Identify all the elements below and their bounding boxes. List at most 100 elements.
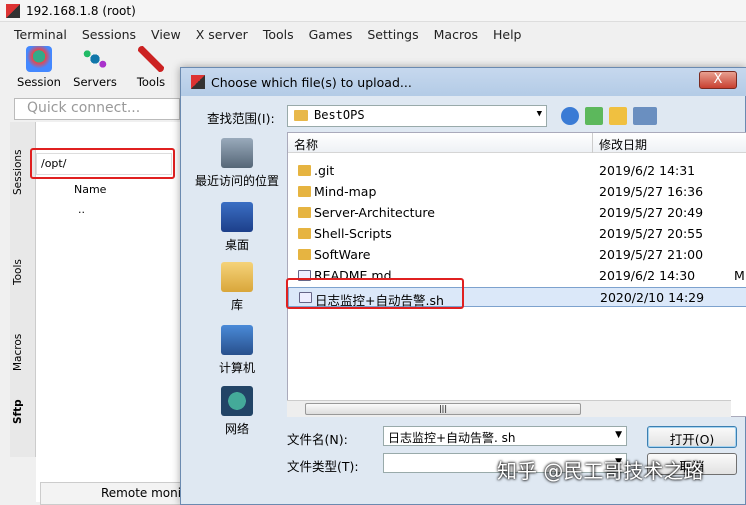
chevron-down-icon: ▼ [615,430,622,440]
upload-dialog: Choose which file(s) to upload... X 查找范围… [180,67,746,505]
servers-icon [82,46,108,72]
item-date: 2019/5/27 20:55 [599,226,704,241]
list-item[interactable]: SoftWare 2019/5/27 21:00 [288,245,746,265]
new-folder-icon[interactable] [609,107,627,125]
list-item[interactable]: Mind-map 2019/5/27 16:36 [288,182,746,202]
menu-view[interactable]: View [151,27,181,42]
tab-sftp[interactable]: Sftp [12,392,34,432]
item-name: Server-Architecture [314,205,435,220]
filename-input[interactable]: 日志监控+自动告警. sh ▼ [383,426,627,446]
folder-icon [294,110,308,121]
quick-connect-input[interactable]: Quick connect... [14,98,180,120]
sftp-parent-dir[interactable]: .. [78,203,85,216]
list-item[interactable]: Server-Architecture 2019/5/27 20:49 [288,203,746,223]
item-date: 2019/5/27 21:00 [599,247,704,262]
session-icon [26,46,52,72]
remote-monitoring-tab[interactable]: Remote moni [40,482,190,505]
filename-label: 文件名(N): [287,432,348,447]
nav-icons [561,107,657,125]
library-icon [221,262,253,292]
column-separator [592,133,593,153]
item-date: 2019/5/27 16:36 [599,184,704,199]
places-bar: 最近访问的位置 桌面 库 计算机 网络 [189,130,285,440]
session-label: Session [17,75,61,89]
window-title: 192.168.1.8 (root) [26,3,136,18]
menu-tools[interactable]: Tools [263,27,294,42]
place-computer[interactable]: 计算机 [189,325,285,376]
look-in-select[interactable]: BestOPS ▼ [287,105,547,127]
dialog-close-button[interactable]: X [699,71,737,89]
item-name: Mind-map [314,184,377,199]
desktop-icon [221,202,253,232]
menu-xserver[interactable]: X server [196,27,248,42]
filename-value: 日志监控+自动告警. sh [388,431,516,445]
file-list: 名称 修改日期 .git 2019/6/2 14:31 Mind-map 201… [287,132,746,417]
column-date[interactable]: 修改日期 [599,136,647,153]
session-button[interactable]: Session [14,46,64,89]
place-desktop[interactable]: 桌面 [189,202,285,253]
place-recent-label: 最近访问的位置 [194,174,279,188]
place-library[interactable]: 库 [189,262,285,313]
folder-icon [298,186,311,197]
column-name[interactable]: 名称 [294,136,318,153]
place-library-label: 库 [230,298,243,312]
tools-label: Tools [136,75,166,89]
sftp-column-name[interactable]: Name [74,183,106,196]
highlight-path [30,148,175,179]
recent-places-icon [221,138,253,168]
highlight-selected-file [286,278,464,309]
list-item[interactable]: .git 2019/6/2 14:31 [288,161,746,181]
menu-terminal[interactable]: Terminal [14,27,67,42]
tab-macros[interactable]: Macros [12,322,34,382]
look-in-value: BestOPS [314,108,365,122]
menu-bar: Terminal Sessions View X server Tools Ga… [0,24,746,44]
menu-sessions[interactable]: Sessions [82,27,136,42]
item-date: 2019/5/27 20:49 [599,205,704,220]
place-computer-label: 计算机 [218,361,255,375]
menu-macros[interactable]: Macros [434,27,478,42]
item-date: 2020/2/10 14:29 [600,290,705,305]
dialog-app-icon [191,75,205,89]
tab-tools[interactable]: Tools [12,242,34,302]
up-folder-icon[interactable] [585,107,603,125]
back-icon[interactable] [561,107,579,125]
folder-icon [298,207,311,218]
place-network[interactable]: 网络 [189,386,285,437]
network-icon [221,386,253,416]
tools-icon [138,46,164,72]
file-list-header: 名称 修改日期 [288,133,746,153]
item-name: SoftWare [314,247,371,262]
place-network-label: 网络 [224,422,249,436]
item-name: .git [314,163,335,178]
app-icon [6,3,20,18]
sftp-panel: Name .. [36,122,186,502]
open-button[interactable]: 打开(O) [647,426,737,448]
place-desktop-label: 桌面 [224,238,249,252]
watermark: 知乎 @民工哥技术之路 [497,459,704,483]
folder-icon [298,249,311,260]
title-bar: 192.168.1.8 (root) [0,0,746,22]
folder-icon [298,165,311,176]
dialog-title: Choose which file(s) to upload... [211,74,412,90]
menu-settings[interactable]: Settings [367,27,418,42]
scroll-thumb[interactable]: ||| [305,403,581,415]
item-date: 2019/6/2 14:30 [599,268,696,283]
horizontal-scrollbar[interactable]: ||| [287,400,731,417]
tools-button[interactable]: Tools [126,46,176,89]
look-in-label: 查找范围(I): [207,111,275,126]
servers-label: Servers [73,75,117,89]
place-recent[interactable]: 最近访问的位置 [189,138,285,189]
folder-icon [298,228,311,239]
item-extra: M [734,268,745,283]
chevron-down-icon: ▼ [536,109,542,119]
servers-button[interactable]: Servers [70,46,120,89]
list-item[interactable]: Shell-Scripts 2019/5/27 20:55 [288,224,746,244]
view-menu-icon[interactable] [633,107,657,125]
menu-games[interactable]: Games [309,27,353,42]
filetype-label: 文件类型(T): [287,459,359,474]
dialog-title-bar: Choose which file(s) to upload... [181,68,746,96]
menu-help[interactable]: Help [493,27,522,42]
item-date: 2019/6/2 14:31 [599,163,696,178]
computer-icon [221,325,253,355]
item-name: Shell-Scripts [314,226,392,241]
